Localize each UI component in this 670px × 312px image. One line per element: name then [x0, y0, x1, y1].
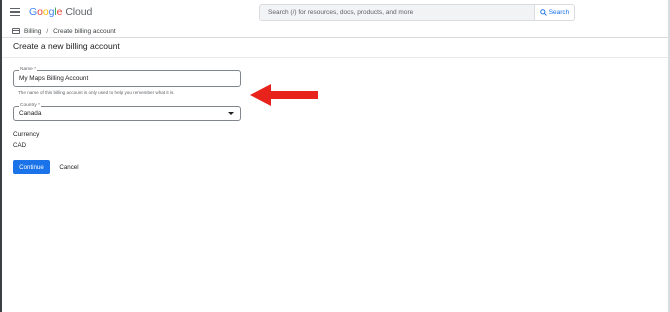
cancel-button[interactable]: Cancel — [55, 160, 83, 174]
breadcrumb: Billing / Create billing account — [12, 25, 116, 37]
billing-icon — [12, 28, 20, 34]
name-helper-text: The name of this billing account is only… — [18, 90, 175, 95]
currency-value: CAD — [13, 142, 27, 149]
country-select-value: Canada — [19, 110, 42, 117]
continue-button[interactable]: Continue — [13, 160, 50, 174]
menu-icon[interactable] — [10, 8, 20, 16]
google-cloud-logo[interactable]: Google Cloud — [29, 6, 92, 18]
dropdown-arrow-icon — [228, 112, 234, 115]
search-icon — [539, 9, 547, 16]
red-arrow-annotation — [250, 84, 318, 106]
country-field-label: Country * — [19, 102, 41, 110]
breadcrumb-current: Create billing account — [53, 27, 116, 35]
divider — [2, 37, 668, 38]
search-button-label: Search — [548, 9, 570, 16]
name-field-label: Name * — [19, 66, 37, 74]
breadcrumb-separator: / — [46, 27, 49, 35]
country-select[interactable]: Country * Canada — [13, 102, 241, 121]
search-button[interactable]: Search — [534, 4, 575, 21]
currency-heading: Currency — [13, 131, 40, 138]
window-left-border — [0, 0, 2, 312]
page-title: Create a new billing account — [13, 41, 120, 51]
name-field-value[interactable]: My Maps Billing Account — [19, 75, 88, 82]
search-input[interactable]: Search (/) for resources, docs, products… — [259, 4, 535, 21]
divider — [2, 57, 668, 58]
name-field[interactable]: Name * My Maps Billing Account — [13, 66, 241, 87]
breadcrumb-billing[interactable]: Billing — [24, 28, 41, 35]
